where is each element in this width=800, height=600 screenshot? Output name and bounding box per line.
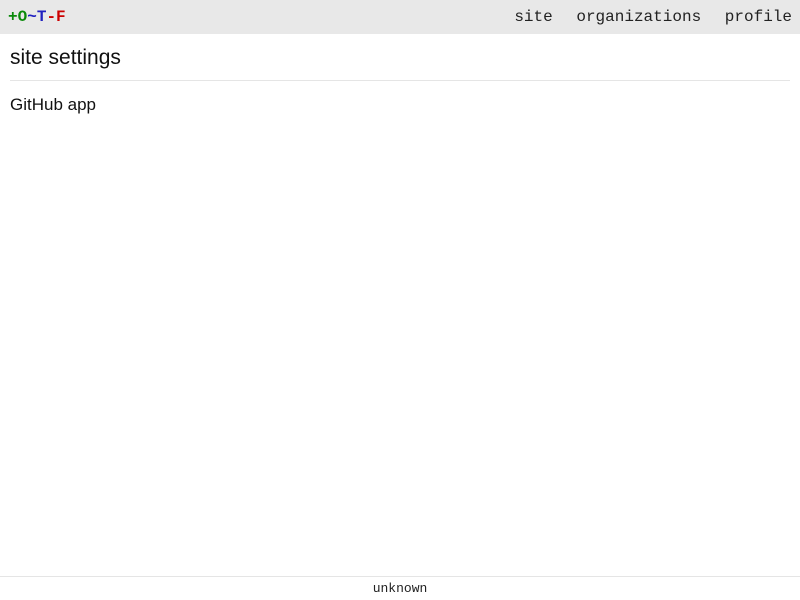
nav-profile[interactable]: profile (725, 8, 792, 26)
logo-o: O (18, 8, 28, 26)
logo-plus: + (8, 8, 18, 26)
logo-t: T (37, 8, 47, 26)
page-title: site settings (10, 46, 790, 81)
logo-f: F (56, 8, 66, 26)
content: site settings GitHub app (0, 34, 800, 115)
logo-tilde: ~ (27, 8, 37, 26)
top-nav: site organizations profile (500, 8, 792, 26)
logo-dash: - (46, 8, 56, 26)
logo[interactable]: +O~T-F (8, 8, 66, 26)
footer-version: unknown (373, 581, 428, 596)
nav-site[interactable]: site (514, 8, 552, 26)
footer: unknown (0, 576, 800, 600)
github-app-link[interactable]: GitHub app (10, 95, 790, 115)
header: +O~T-F site organizations profile (0, 0, 800, 34)
nav-organizations[interactable]: organizations (576, 8, 701, 26)
